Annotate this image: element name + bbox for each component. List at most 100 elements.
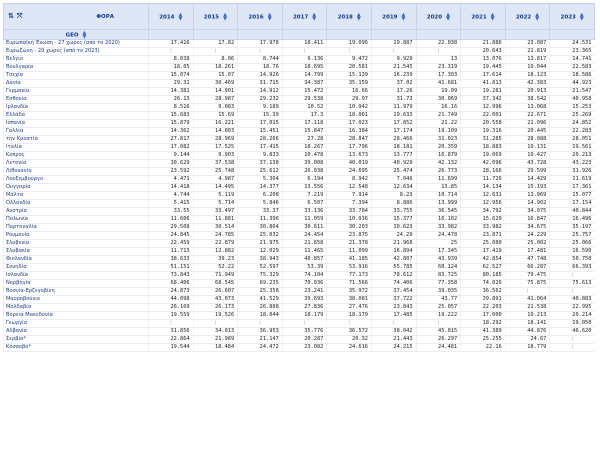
table-row: Πορτογαλία 29.508 30.514 30.864 30.611 30.203… (3, 223, 595, 232)
geo-label-cell[interactable]: Ρουμανία (3, 231, 149, 240)
geo-label-cell[interactable]: Σουηδία (3, 263, 149, 272)
geo-label-cell[interactable]: Τσεχία (3, 71, 149, 80)
geo-label-cell[interactable]: Κόσσοβο* (3, 343, 149, 352)
year-header-cell[interactable]: 2019 ▲ ▼ (370, 3, 417, 30)
sort-icon[interactable]: ▲ ▼ (179, 12, 183, 21)
geo-label-cell[interactable]: Γαλλία (3, 127, 149, 136)
geo-label-cell[interactable]: Λουξεμβούργο (3, 175, 149, 184)
geo-label-cell[interactable]: Βουλγαρία (3, 63, 149, 72)
year-header-cell[interactable]: 2020 ▲ ▼ (415, 3, 462, 30)
value-cell: 17.361 (549, 183, 595, 192)
value-cell: 41.813 (460, 79, 506, 88)
geo-label-cell[interactable]: Ευρωζώνη - 20 χώρες (από το 2023) (3, 47, 149, 56)
geo-label-cell[interactable]: Γερμανία (3, 87, 149, 96)
geo-label-cell[interactable]: Εσθονία (3, 95, 149, 104)
geo-label-cell[interactable]: Μαυροβούνιο (3, 295, 149, 304)
value-cell: 5.119 (192, 191, 238, 200)
value-cell: 42.096 (460, 159, 506, 168)
value-cell: 18.586 (549, 71, 595, 80)
sort-icon[interactable]: ▲ ▼ (223, 12, 227, 21)
swap-icon[interactable]: ⇅ (8, 12, 14, 21)
value-cell: 14.803 (192, 127, 238, 136)
geo-label-cell[interactable]: Μολδαβία (3, 303, 149, 312)
value-cell: 10.942 (326, 103, 372, 112)
geo-label-cell[interactable]: Ισπανία (3, 119, 149, 128)
value-cell: : (148, 319, 194, 328)
value-cell: 70.036 (281, 279, 327, 288)
year-header-cell[interactable]: 2014 ▲ ▼ (148, 3, 194, 30)
value-cell: 33.755 (370, 207, 417, 216)
geo-label-cell[interactable]: Μάλτα (3, 191, 149, 200)
year-header-cell[interactable]: 2022 ▲ ▼ (504, 3, 551, 30)
geo-label-cell[interactable]: Ευρωπαϊκή Ένωση - 27 χώρες (από το 2020) (3, 39, 149, 48)
year-header-cell[interactable]: 2018 ▲ ▼ (326, 3, 372, 30)
geo-label-cell[interactable]: Λιθουανία (3, 167, 149, 176)
value-cell: 22.001 (460, 111, 506, 120)
geo-label-cell[interactable]: Φινλανδία (3, 255, 149, 264)
value-cell: 26.038 (281, 167, 327, 176)
value-cell: 33.497 (192, 207, 238, 216)
sort-icon[interactable]: ▲ ▼ (446, 12, 450, 21)
geo-label-cell[interactable]: Λετονία (3, 159, 149, 168)
geo-label-cell[interactable]: Σλοβακία (3, 247, 149, 256)
sort-icon[interactable]: ▲ ▼ (312, 12, 316, 21)
geo-label-cell[interactable]: Σλοβενία (3, 239, 149, 248)
geo-label-cell[interactable]: την Κροατία (3, 135, 149, 144)
geo-label-cell[interactable]: Ουγγαρία (3, 183, 149, 192)
geo-label-cell[interactable]: Πορτογαλία (3, 223, 149, 232)
value-cell: 22.459 (148, 239, 194, 248)
year-header-cell[interactable]: 2017 ▲ ▼ (281, 3, 328, 30)
geo-filler-cell (192, 29, 239, 40)
year-header-cell[interactable]: 2023 ▲ ▼ (549, 3, 595, 30)
table-row: Τσεχία 15.074 15.07 14.926 14.799 15.139 16.23… (3, 71, 595, 80)
sort-icon[interactable]: ▲ ▼ (401, 12, 405, 21)
value-cell: 24.478 (415, 231, 461, 240)
value-cell: 43.223 (549, 159, 595, 168)
sort-icon[interactable]: ▲ ▼ (357, 12, 361, 21)
geo-label-cell[interactable]: Δανία (3, 79, 149, 88)
sort-icon[interactable]: ▲ ▼ (83, 30, 87, 39)
value-cell: 18.05 (148, 63, 194, 72)
geo-label-cell[interactable]: Βόρεια Μακεδονία (3, 311, 149, 320)
geo-label-cell[interactable]: Σερβία* (3, 335, 149, 344)
value-cell: 25.748 (192, 167, 238, 176)
geo-label-cell[interactable]: Ελλάδα (3, 111, 149, 120)
geo-label-cell[interactable]: Κύπρος (3, 151, 149, 160)
year-header-cell[interactable]: 2015 ▲ ▼ (192, 3, 239, 30)
geo-label-cell[interactable]: Βέλγιο (3, 55, 149, 64)
value-cell: 34.675 (504, 223, 550, 232)
value-cell: 6.208 (237, 191, 283, 200)
geo-label-cell[interactable]: Ιρλανδία (3, 103, 149, 112)
value-cell: 15.847 (281, 127, 327, 136)
value-cell: 33.55 (148, 207, 194, 216)
geo-label-cell[interactable]: Ιταλία (3, 143, 149, 152)
year-header-cell[interactable]: 2021 ▲ ▼ (460, 3, 506, 30)
value-cell: 39.035 (415, 287, 461, 296)
sort-icon[interactable]: ▲ ▼ (535, 12, 539, 21)
value-cell: : (326, 319, 372, 328)
geo-label-cell[interactable]: Πολωνία (3, 215, 149, 224)
value-cell: 11.979 (370, 103, 417, 112)
sort-icon[interactable]: ▲ ▼ (580, 12, 584, 21)
geo-label-cell[interactable]: Αυστρία (3, 207, 149, 216)
geo-label-cell[interactable]: Βοσνία-Ερζεγοβίνη (3, 287, 149, 296)
geo-label-cell[interactable]: Ολλανδία (3, 199, 149, 208)
value-cell: 18.484 (192, 343, 238, 352)
geo-header-cell[interactable]: GEO ▲ ▼ (3, 29, 149, 40)
value-cell: 4.471 (148, 175, 194, 184)
geo-label-cell[interactable]: Γεωργία (3, 319, 149, 328)
table-row: Μολδαβία 26.169 26.173 26.888 27.836 27.476 23… (3, 303, 595, 312)
sort-icon[interactable]: ▲ ▼ (268, 12, 272, 21)
value-cell: 11.059 (281, 215, 327, 224)
geo-label-cell[interactable]: Ισλανδία (3, 271, 149, 280)
value-cell: 17.416 (148, 39, 194, 48)
year-header-row: ⇅ ⤧ ΦΟΡΑ 2014 ▲ ▼ 2015 ▲ ▼ 2016 ▲ ▼ 2017 ▲ ▼ 201… (3, 3, 595, 30)
expand-icon[interactable]: ⤧ (17, 12, 23, 21)
value-cell: 37.538 (192, 159, 238, 168)
value-cell: 11.881 (192, 215, 238, 224)
year-header-cell[interactable]: 2016 ▲ ▼ (237, 3, 283, 30)
sort-icon[interactable]: ▲ ▼ (491, 12, 495, 21)
geo-label-cell[interactable]: Αλβανία (3, 327, 149, 336)
geo-label-cell[interactable]: Νορβηγία (3, 279, 149, 288)
value-cell: 11.396 (237, 215, 283, 224)
